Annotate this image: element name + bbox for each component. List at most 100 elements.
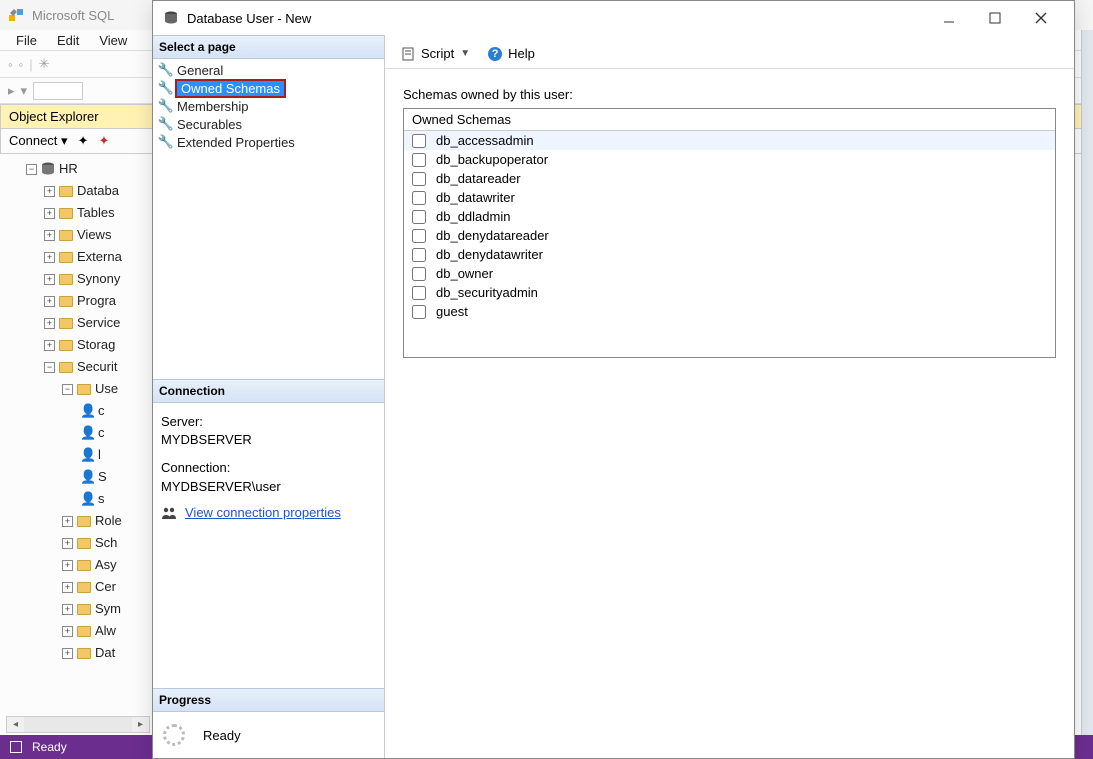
wrench-icon: 🔧	[159, 116, 173, 132]
scroll-track[interactable]	[24, 717, 132, 732]
collapse-icon[interactable]: −	[26, 164, 37, 175]
schema-checkbox[interactable]	[412, 191, 426, 205]
right-panel-strip	[1081, 30, 1093, 735]
nav-back-icon[interactable]: ◦	[8, 57, 13, 72]
minimize-button[interactable]	[926, 3, 972, 33]
server-value: MYDBSERVER	[161, 431, 376, 449]
schema-name: db_denydatareader	[436, 228, 549, 243]
schemas-owned-label: Schemas owned by this user:	[403, 87, 1056, 102]
expand-icon[interactable]: +	[44, 340, 55, 351]
schema-name: db_backupoperator	[436, 152, 548, 167]
maximize-button[interactable]	[972, 3, 1018, 33]
schema-name: guest	[436, 304, 468, 319]
schema-row[interactable]: guest	[404, 302, 1055, 321]
expand-icon[interactable]: +	[44, 186, 55, 197]
schema-row[interactable]: db_datareader	[404, 169, 1055, 188]
toolbar2-btn1[interactable]: ▸	[8, 83, 15, 99]
schema-checkbox[interactable]	[412, 229, 426, 243]
page-item-label: Membership	[177, 99, 249, 114]
tree-node-label: Asy	[95, 554, 117, 576]
page-item-owned-schemas[interactable]: 🔧Owned Schemas	[153, 79, 384, 97]
schema-row[interactable]: db_denydatareader	[404, 226, 1055, 245]
expand-icon[interactable]: +	[44, 318, 55, 329]
select-page-header: Select a page	[153, 35, 384, 59]
menu-view[interactable]: View	[99, 33, 127, 48]
menu-file[interactable]: File	[16, 33, 37, 48]
expand-icon[interactable]: +	[62, 516, 73, 527]
page-item-general[interactable]: 🔧General	[153, 61, 384, 79]
people-icon	[161, 506, 177, 520]
schema-row[interactable]: db_denydatawriter	[404, 245, 1055, 264]
connection-value: MYDBSERVER\user	[161, 478, 376, 496]
page-item-extended-properties[interactable]: 🔧Extended Properties	[153, 133, 384, 151]
connect-button[interactable]: Connect ▾	[9, 133, 68, 149]
toolbar2-field[interactable]	[33, 82, 83, 100]
tree-node-label: Sch	[95, 532, 117, 554]
script-dropdown-icon[interactable]: ▼	[460, 48, 470, 59]
scroll-right-icon[interactable]: ▸	[132, 717, 149, 732]
page-item-securables[interactable]: 🔧Securables	[153, 115, 384, 133]
schema-row[interactable]: db_accessadmin	[404, 131, 1055, 150]
connection-header: Connection	[153, 379, 384, 403]
schema-row[interactable]: db_datawriter	[404, 188, 1055, 207]
close-button[interactable]	[1018, 3, 1064, 33]
database-icon	[41, 162, 55, 176]
schema-checkbox[interactable]	[412, 134, 426, 148]
progress-state: Ready	[203, 728, 241, 743]
folder-icon	[77, 384, 91, 395]
schema-checkbox[interactable]	[412, 267, 426, 281]
schema-checkbox[interactable]	[412, 248, 426, 262]
expand-icon[interactable]: +	[62, 626, 73, 637]
folder-icon	[59, 318, 73, 329]
expand-icon[interactable]: +	[44, 274, 55, 285]
owned-schemas-column-header[interactable]: Owned Schemas	[404, 109, 1055, 131]
oe-tool-icon-2[interactable]: ✦	[98, 133, 109, 149]
expand-icon[interactable]: +	[44, 252, 55, 263]
expand-icon[interactable]: +	[62, 582, 73, 593]
expand-icon[interactable]: +	[62, 538, 73, 549]
tree-node-label: l	[98, 444, 101, 466]
schema-row[interactable]: db_owner	[404, 264, 1055, 283]
tree-node-label: Cer	[95, 576, 116, 598]
nav-fwd-icon[interactable]: ◦	[19, 57, 24, 72]
toolbar2-btn2[interactable]: ▾	[21, 83, 28, 99]
oe-horizontal-scrollbar[interactable]: ◂ ▸	[6, 716, 150, 733]
collapse-icon[interactable]: −	[44, 362, 55, 373]
expand-icon[interactable]: +	[44, 208, 55, 219]
schema-row[interactable]: db_ddladmin	[404, 207, 1055, 226]
schema-name: db_datawriter	[436, 190, 515, 205]
expand-icon[interactable]: +	[44, 296, 55, 307]
schema-checkbox[interactable]	[412, 153, 426, 167]
owned-schemas-listbox[interactable]: Owned Schemas db_accessadmin db_backupope…	[403, 108, 1056, 358]
folder-icon	[59, 274, 73, 285]
page-item-membership[interactable]: 🔧Membership	[153, 97, 384, 115]
progress-spinner-icon	[163, 724, 185, 746]
dialog-db-icon	[163, 10, 179, 26]
folder-icon	[77, 648, 91, 659]
expand-icon[interactable]: +	[44, 230, 55, 241]
schema-name: db_datareader	[436, 171, 521, 186]
script-button[interactable]: Script	[421, 46, 454, 61]
schema-row[interactable]: db_backupoperator	[404, 150, 1055, 169]
help-button[interactable]: Help	[508, 46, 535, 61]
user-icon: 👤	[80, 400, 94, 422]
schema-checkbox[interactable]	[412, 286, 426, 300]
oe-tool-icon-1[interactable]: ✦	[78, 133, 89, 149]
expand-icon[interactable]: +	[62, 560, 73, 571]
new-query-icon[interactable]: ✳	[39, 56, 50, 72]
menu-edit[interactable]: Edit	[57, 33, 79, 48]
view-connection-properties-link[interactable]: View connection properties	[185, 504, 341, 522]
collapse-icon[interactable]: −	[62, 384, 73, 395]
expand-icon[interactable]: +	[62, 648, 73, 659]
schema-checkbox[interactable]	[412, 305, 426, 319]
expand-icon[interactable]: +	[62, 604, 73, 615]
status-text: Ready	[32, 740, 67, 754]
tree-node-label: Progra	[77, 290, 116, 312]
user-icon: 👤	[80, 444, 94, 466]
schema-checkbox[interactable]	[412, 172, 426, 186]
dialog-titlebar[interactable]: Database User - New	[153, 1, 1074, 35]
schema-checkbox[interactable]	[412, 210, 426, 224]
scroll-left-icon[interactable]: ◂	[7, 717, 24, 732]
folder-icon	[77, 538, 91, 549]
schema-row[interactable]: db_securityadmin	[404, 283, 1055, 302]
